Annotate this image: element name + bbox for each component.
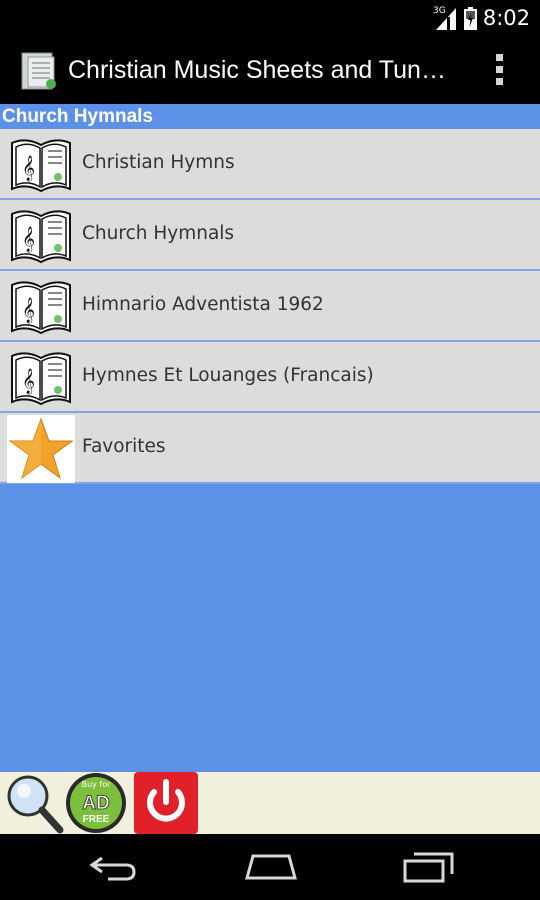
clock: 8:02 xyxy=(482,6,530,30)
battery-icon xyxy=(464,7,477,30)
list-item-label: Favorites xyxy=(82,436,166,457)
list-item-label: Himnario Adventista 1962 xyxy=(82,294,324,315)
list-item[interactable]: 𝄞 Himnario Adventista 1962 xyxy=(0,271,540,342)
section-header: Church Hymnals xyxy=(0,104,540,129)
content-area: Church Hymnals 𝄞 Christian Hymns 𝄞 Churc… xyxy=(0,104,540,772)
signal-icon xyxy=(436,8,456,30)
bottom-toolbar: Buy for AD FREE xyxy=(0,772,540,834)
svg-text:𝄞: 𝄞 xyxy=(22,226,35,252)
ad-free-main-text: AD xyxy=(82,793,109,814)
back-icon[interactable] xyxy=(88,850,138,884)
app-title: Christian Music Sheets and Tun… xyxy=(68,56,446,84)
recent-apps-icon[interactable] xyxy=(402,850,456,884)
svg-text:𝄞: 𝄞 xyxy=(22,155,35,181)
list-item[interactable]: 𝄞 Christian Hymns xyxy=(0,129,540,200)
ad-free-bottom-text: FREE xyxy=(83,814,110,825)
svg-text:𝄞: 𝄞 xyxy=(22,297,35,323)
overflow-menu-icon[interactable] xyxy=(490,50,510,90)
app-icon[interactable] xyxy=(20,51,60,91)
svg-text:𝄞: 𝄞 xyxy=(22,368,35,394)
hymnal-list: 𝄞 Christian Hymns 𝄞 Church Hymnals 𝄞 Him… xyxy=(0,129,540,484)
list-item-label: Christian Hymns xyxy=(82,152,235,173)
list-item[interactable]: 𝄞 Hymnes Et Louanges (Francais) xyxy=(0,342,540,413)
power-icon[interactable] xyxy=(134,772,198,834)
hymnal-book-icon: 𝄞 xyxy=(11,281,71,335)
home-icon[interactable] xyxy=(243,850,299,884)
navigation-bar xyxy=(0,834,540,900)
star-icon xyxy=(8,417,74,480)
list-item-favorites[interactable]: Favorites xyxy=(0,413,540,484)
ad-free-button[interactable]: Buy for AD FREE xyxy=(64,772,130,834)
hymnal-book-icon: 𝄞 xyxy=(11,352,71,406)
list-item-label: Church Hymnals xyxy=(82,223,235,244)
search-icon[interactable] xyxy=(2,772,64,834)
hymnal-book-icon: 𝄞 xyxy=(11,210,71,264)
status-bar: 3G 8:02 xyxy=(0,0,540,36)
list-item-label: Hymnes Et Louanges (Francais) xyxy=(82,365,374,386)
ad-free-top-text: Buy for xyxy=(82,780,112,789)
action-bar: Christian Music Sheets and Tun… xyxy=(0,36,540,104)
hymnal-book-icon: 𝄞 xyxy=(11,139,71,193)
star-icon-box xyxy=(7,415,75,483)
list-item[interactable]: 𝄞 Church Hymnals xyxy=(0,200,540,271)
